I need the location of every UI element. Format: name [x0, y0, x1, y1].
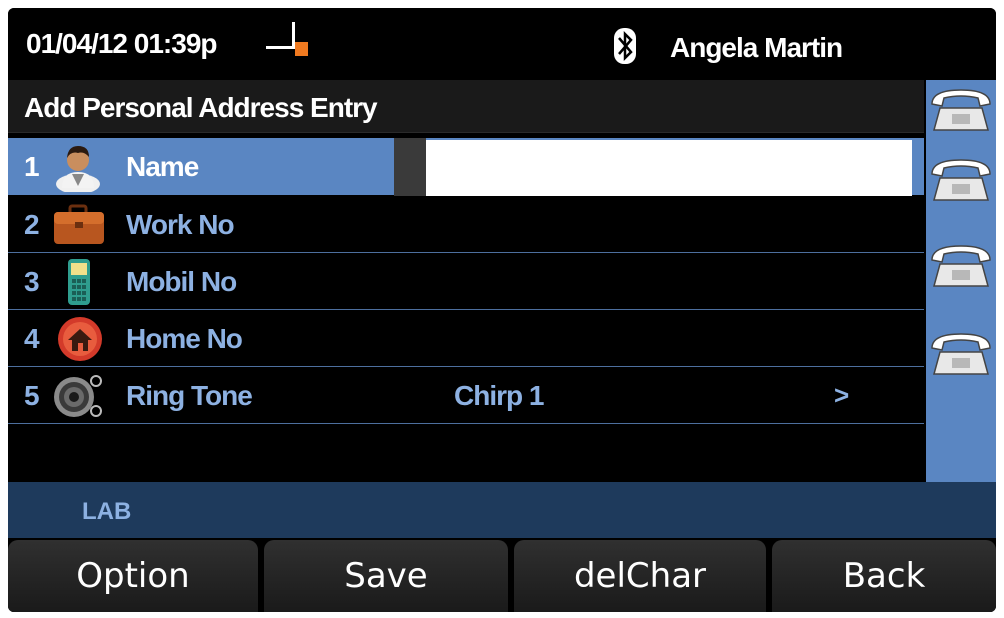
phone-screen: 01/04/12 01:39p Angela Martin Add Person… — [8, 8, 996, 612]
field-number: 2 — [24, 209, 40, 240]
field-number: 3 — [24, 266, 40, 297]
user-name: Angela Martin — [670, 32, 843, 63]
back-softkey[interactable]: Back — [772, 540, 996, 612]
line-key-column — [926, 80, 996, 482]
bluetooth-icon — [614, 28, 636, 64]
field-row-mobil-no[interactable]: 3 Mobil No — [8, 253, 924, 310]
field-row-ring-tone[interactable]: 5 Ring Tone Chirp 1 > — [8, 367, 924, 424]
ring-tone-value: Chirp 1 — [454, 380, 544, 411]
status-bar: 01/04/12 01:39p Angela Martin — [8, 8, 996, 80]
date-time: 01/04/12 01:39p — [26, 28, 217, 59]
delchar-softkey[interactable]: delChar — [514, 540, 766, 612]
field-label: Mobil No — [126, 266, 237, 297]
phone-line-icon[interactable] — [928, 154, 994, 206]
field-number: 5 — [24, 380, 40, 411]
status-label-bar: LAB — [8, 482, 996, 538]
field-label: Name — [126, 151, 199, 182]
screen-title-bar: Add Personal Address Entry — [8, 80, 924, 133]
field-number: 4 — [24, 323, 40, 354]
field-label: Home No — [126, 323, 243, 354]
ring-tone-next-arrow[interactable]: > — [834, 380, 849, 411]
field-label: Ring Tone — [126, 380, 253, 411]
line-status-icon — [266, 22, 308, 56]
input-cursor-area — [394, 138, 426, 200]
mobile-phone-icon — [68, 259, 90, 305]
home-icon — [58, 317, 102, 361]
phone-line-icon[interactable] — [928, 240, 994, 292]
status-label: LAB — [82, 498, 132, 525]
phone-line-icon[interactable] — [928, 328, 994, 380]
field-row-home-no[interactable]: 4 Home No — [8, 310, 924, 367]
name-input[interactable] — [426, 140, 912, 200]
person-icon — [56, 146, 100, 192]
phone-line-icon[interactable] — [928, 84, 994, 136]
briefcase-icon — [54, 204, 104, 244]
field-label: Work No — [126, 209, 235, 240]
field-row-name[interactable]: 1 Name — [8, 138, 924, 200]
softkey-bar: Option Save delChar Back — [8, 538, 996, 612]
field-number: 1 — [24, 151, 40, 182]
field-row-work-no[interactable]: 2 Work No — [8, 196, 924, 253]
screen-title: Add Personal Address Entry — [24, 92, 378, 123]
save-softkey[interactable]: Save — [264, 540, 508, 612]
option-softkey[interactable]: Option — [8, 540, 258, 612]
speaker-icon — [54, 375, 102, 417]
